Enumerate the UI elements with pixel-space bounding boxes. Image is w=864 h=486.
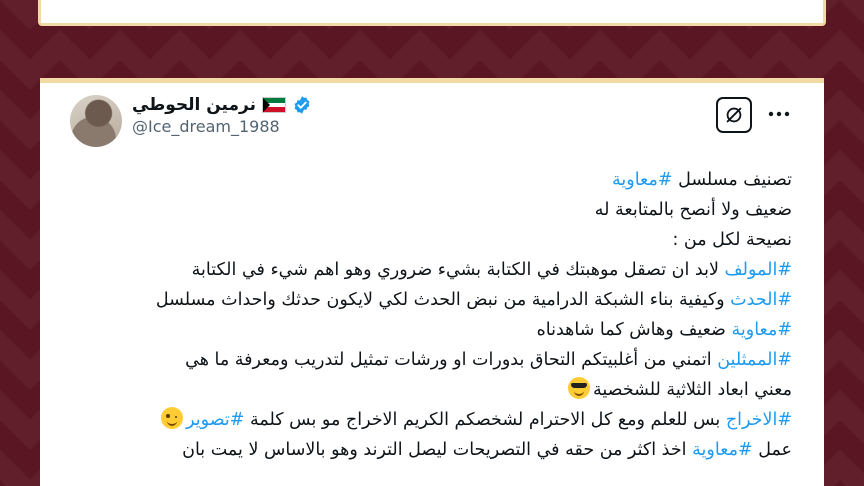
hashtag-link[interactable]: #تصوير [186,410,244,430]
tweet-line: #الاخراج بس للعلم ومع كل الاحترام لشخصكم… [70,405,792,435]
hashtag-link[interactable]: #معاوية [731,320,792,340]
tweet-line: #معاوية ضعيف وهاش كما شاهدناه [70,315,792,345]
tweet-text-segment: لابد ان تصقل موهبتك في الكتابة بشيء ضرور… [191,260,725,280]
tweet-text-segment: تصنيف مسلسل [672,170,792,190]
tweet-line: عمل #معاوية اخذ اكثر من حقه في التصريحات… [70,435,792,465]
tweet-card: نرمين الحوطي @Ice_dream_1988 تصنيف مسلسل… [40,78,824,486]
name-row: نرمين الحوطي [132,95,312,115]
tweet-text-segment: نصيحة لكل من : [672,230,792,250]
tweet-text-segment: معني ابعاد الثلاثية للشخصية [593,380,792,400]
tweet-text-segment: اتمني من أغلبيتكم التحاق بدورات او ورشات… [185,350,718,370]
grok-icon [726,107,742,123]
tweet-text-segment: ضعيف وهاش كما شاهدناه [536,320,732,340]
previous-post-card [38,0,826,26]
tweet-line: ضعيف ولا أنصح بالمتابعة له [70,195,792,225]
tweet-text-segment: بس للعلم ومع كل الاحترام لشخصكم الكريم ا… [244,410,726,430]
tweet-text-segment: ضعيف ولا أنصح بالمتابعة له [594,200,792,220]
tweet-line: تصنيف مسلسل #معاوية [70,165,792,195]
user-info: نرمين الحوطي @Ice_dream_1988 [132,95,312,136]
tweet-line: #المولف لابد ان تصقل موهبتك في الكتابة ب… [70,255,792,285]
winking-emoji-icon [161,407,184,429]
grok-button[interactable] [716,97,752,133]
tweet-text-segment: وكيفية بناء الشبكة الدرامية من نبض الحدث… [155,290,731,310]
hashtag-link[interactable]: #الحدث [730,290,792,310]
more-horizontal-icon [768,111,790,117]
user-handle[interactable]: @Ice_dream_1988 [132,117,312,136]
hashtag-link[interactable]: #الممثلين [717,350,792,370]
hashtag-link[interactable]: #معاوية [692,440,753,460]
sunglasses-emoji-icon [568,377,590,399]
kuwait-flag-icon [261,97,286,113]
tweet-text-segment: اخذ اكثر من حقه في التصريحات ليصل الترند… [182,440,693,460]
hashtag-link[interactable]: #معاوية [612,170,673,190]
tweet-text: تصنيف مسلسل #معاوية ضعيف ولا أنصح بالمتا… [70,165,792,465]
tweet-line: #الممثلين اتمني من أغلبيتكم التحاق بدورا… [70,345,792,375]
tweet-line: نصيحة لكل من : [70,225,792,255]
tweet-text-segment: عمل [752,440,792,460]
hashtag-link[interactable]: #المولف [725,260,792,280]
tweet-line: معني ابعاد الثلاثية للشخصية [70,375,792,405]
avatar[interactable] [70,95,122,147]
display-name[interactable]: نرمين الحوطي [132,95,256,115]
verified-badge-icon [294,96,310,114]
hashtag-link[interactable]: #الاخراج [726,410,792,430]
tweet-line: #الحدث وكيفية بناء الشبكة الدرامية من نب… [70,285,792,315]
more-options-button[interactable] [764,101,794,127]
